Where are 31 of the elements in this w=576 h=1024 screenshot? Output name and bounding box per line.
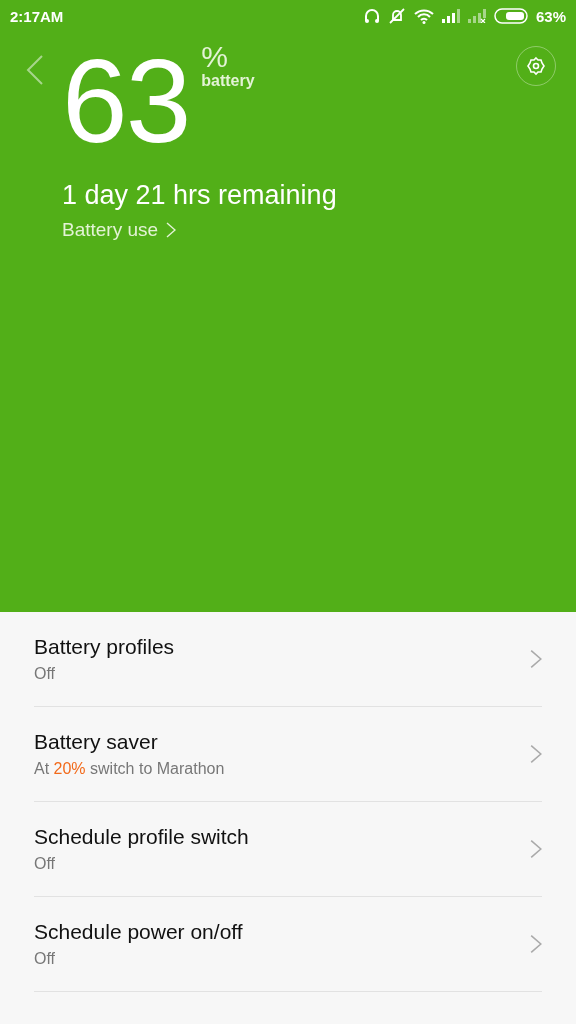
percent-sign: % (201, 42, 229, 72)
settings-row[interactable]: Battery profiles Off (34, 612, 542, 707)
headphones-icon (363, 8, 380, 24)
setting-title: Schedule power on/off (34, 920, 243, 944)
setting-status: Off (34, 950, 57, 968)
setting-title: Battery profiles (34, 635, 175, 659)
settings-row[interactable]: Battery saver At 20% switch to Marathon (34, 707, 542, 802)
chevron-icon (530, 744, 542, 764)
setting-title: Schedule profile switch (34, 825, 249, 849)
settings-row[interactable]: Schedule power on/off Off (34, 897, 542, 992)
no-signal-icon (467, 9, 486, 23)
battery-icon (493, 8, 528, 24)
setting-title: Battery saver (34, 730, 159, 754)
wifi-icon (413, 8, 434, 24)
muted-bell-icon (387, 8, 406, 24)
status-time: 2:17AM (10, 7, 64, 25)
battery-percent: 63% (535, 7, 566, 25)
settings-row[interactable]: Schedule profile switch Off (34, 802, 542, 897)
chevron-icon (530, 649, 542, 669)
chevron-icon (166, 222, 177, 238)
battery-level: 63 (62, 42, 190, 160)
back-icon (26, 54, 44, 86)
setting-status: At 20% switch to Marathon (34, 760, 225, 778)
battery-label: battery (201, 72, 255, 90)
signal-icon (441, 9, 460, 23)
setting-status: Off (34, 855, 57, 873)
setting-status: Off (34, 665, 57, 683)
chevron-icon (530, 839, 542, 859)
time-remaining: 1 day 21 hrs remaining (62, 180, 338, 211)
chevron-icon (530, 934, 542, 954)
gear-icon (526, 56, 546, 76)
